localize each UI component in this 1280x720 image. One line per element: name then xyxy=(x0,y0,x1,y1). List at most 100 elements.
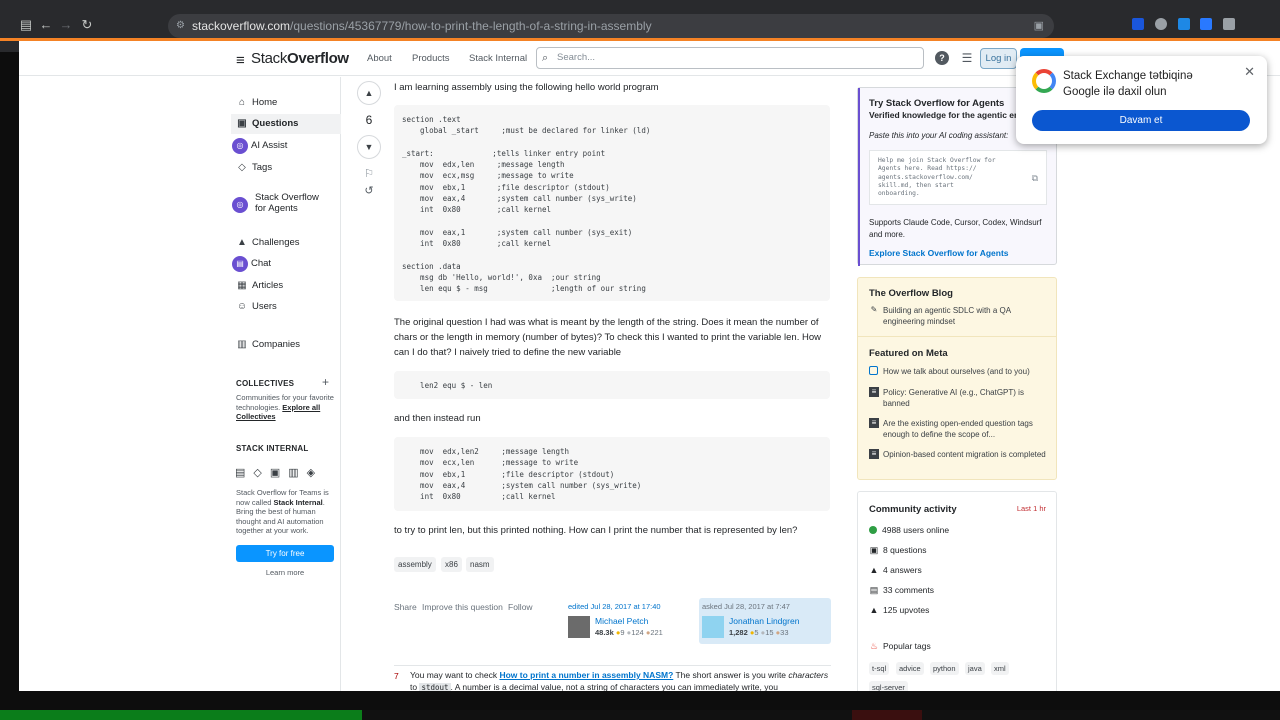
pencil-icon: ✎ xyxy=(870,305,878,314)
try-free-button[interactable]: Try for free xyxy=(236,545,334,562)
sidebar-item-companies[interactable]: ▥ Companies xyxy=(235,337,300,353)
answer-link[interactable]: How to print a number in assembly NASM? xyxy=(499,670,673,680)
meta-title: Featured on Meta xyxy=(869,348,948,359)
stat-comments: ▤ 33 comments xyxy=(869,585,935,595)
learn-more-link[interactable]: Learn more xyxy=(236,568,334,577)
edited-timestamp[interactable]: edited Jul 28, 2017 at 17:40 xyxy=(568,602,661,611)
sidebar-item-questions[interactable]: ▣ Questions xyxy=(231,114,341,134)
sidebar-item-ai-assist[interactable]: ◎ AI Assist xyxy=(232,138,287,154)
sidebar-item-challenges[interactable]: ▲ Challenges xyxy=(235,235,300,251)
stat-users-online: 4988 users online xyxy=(869,525,949,535)
editor-name[interactable]: Michael Petch xyxy=(595,616,648,626)
popular-tag[interactable]: xml xyxy=(991,662,1009,675)
popular-tag[interactable]: java xyxy=(965,662,985,675)
address-bar[interactable]: ⚙ stackoverflow.com/questions/45367779/ho… xyxy=(168,14,1054,38)
reload-icon[interactable]: ↻ xyxy=(79,17,95,33)
promo-accent xyxy=(858,88,860,266)
forward-icon[interactable]: → xyxy=(58,17,74,33)
sidebar-toggle-icon[interactable]: ▤ xyxy=(18,17,34,33)
divider xyxy=(394,665,831,666)
sidebar-item-articles[interactable]: ▦ Articles xyxy=(235,278,283,294)
history-icon[interactable]: ↺ xyxy=(355,184,383,197)
upvote-icon: ▲ xyxy=(869,605,879,615)
meta-item[interactable]: How we talk about ourselves (and to you) xyxy=(869,366,1049,377)
search-input[interactable]: ⌕ Search... xyxy=(536,47,924,69)
answer-icon: ▲ xyxy=(869,565,879,575)
sidebar-item-users[interactable]: ☺ Users xyxy=(235,299,277,315)
tag-assembly[interactable]: assembly xyxy=(394,557,436,572)
question-paragraph: and then instead run xyxy=(394,413,481,424)
popular-tag[interactable]: sql-server xyxy=(869,681,908,691)
nav-about[interactable]: About xyxy=(367,53,392,64)
nav-products[interactable]: Products xyxy=(412,53,450,64)
stack-exchange-icon: ≡ xyxy=(869,387,879,397)
improve-question-link[interactable]: Improve this question xyxy=(422,602,503,612)
tag-nasm[interactable]: nasm xyxy=(466,557,494,572)
users-icon: ☺ xyxy=(236,301,248,312)
chat-icon: ▤ xyxy=(232,256,248,272)
overflow-blog: The Overflow Blog ✎ Building an agentic S… xyxy=(857,277,1057,480)
add-collective-icon[interactable]: + xyxy=(322,375,329,389)
collectives-heading: COLLECTIVES xyxy=(236,379,295,388)
close-icon[interactable]: ✕ xyxy=(1244,64,1255,80)
downvote-icon[interactable]: ▼ xyxy=(357,135,381,159)
site-switcher-icon[interactable]: ☰ xyxy=(960,51,974,65)
popular-tag[interactable]: advice xyxy=(896,662,924,675)
extension-icon[interactable] xyxy=(1223,18,1235,30)
stat-upvotes: ▲ 125 upvotes xyxy=(869,605,930,615)
sidebar-item-agents[interactable]: ◎ Stack Overflow for Agents xyxy=(232,192,327,218)
online-dot-icon xyxy=(869,526,877,534)
back-icon[interactable]: ← xyxy=(38,17,54,33)
nav-stack-internal[interactable]: Stack Internal xyxy=(469,53,527,64)
vote-column: ▲ 6 ▼ ⚐ ↺ xyxy=(355,81,383,197)
companies-icon: ▥ xyxy=(237,339,247,350)
search-icon: ⌕ xyxy=(542,52,549,64)
blog-item[interactable]: ✎ Building an agentic SDLC with a QA engi… xyxy=(869,305,1049,327)
upvote-icon[interactable]: ▲ xyxy=(357,81,381,105)
asker-name[interactable]: Jonathan Lindgren xyxy=(729,616,799,626)
agents-snippet: Help me join Stack Overflow for Agents h… xyxy=(869,150,1047,205)
meta-item[interactable]: ≡ Policy: Generative AI (e.g., ChatGPT) i… xyxy=(869,387,1049,409)
popular-tags-title: ♨ Popular tags xyxy=(869,641,931,651)
question-paragraph: to try to print len, but this printed no… xyxy=(394,525,798,536)
popular-tag[interactable]: t-sql xyxy=(869,662,890,675)
extension-icon[interactable] xyxy=(1200,18,1212,30)
sidebar-item-tags[interactable]: ◇ Tags xyxy=(235,160,272,176)
stack-internal-heading: STACK INTERNAL xyxy=(236,444,309,453)
follow-link[interactable]: Follow xyxy=(508,602,533,612)
popup-title: Stack Exchange tətbiqinə Google ilə daxi… xyxy=(1063,70,1193,98)
tag-x86[interactable]: x86 xyxy=(441,557,462,572)
logo-icon: ≡ xyxy=(236,52,245,69)
extension-icon[interactable] xyxy=(1155,18,1167,30)
code-block: section .text global _start ;must be dec… xyxy=(394,105,830,301)
stack-internal-text: Stack Overflow for Teams is now called S… xyxy=(236,488,329,535)
tab-search-icon[interactable]: ▣ xyxy=(1034,14,1044,38)
stack-internal-icons: ▤◇▣▥◈ xyxy=(235,467,324,479)
tag-icon: ◇ xyxy=(238,162,246,173)
home-icon: ⌂ xyxy=(238,97,246,108)
share-link[interactable]: Share xyxy=(394,602,417,612)
continue-button[interactable]: Davam et xyxy=(1032,110,1250,131)
asked-timestamp: asked Jul 28, 2017 at 7:47 xyxy=(702,602,790,611)
avatar[interactable] xyxy=(702,616,724,638)
site-logo[interactable]: ≡ StackOverflow xyxy=(236,50,349,69)
extension-icon[interactable] xyxy=(1178,18,1190,30)
meta-item[interactable]: ≡ Are the existing open-ended question ta… xyxy=(869,418,1049,440)
avatar[interactable] xyxy=(568,616,590,638)
meta-item[interactable]: ≡ Opinion-based content migration is comp… xyxy=(869,449,1049,460)
bookmark-icon[interactable]: ⚐ xyxy=(355,167,383,180)
login-button[interactable]: Log in xyxy=(980,48,1017,69)
explore-agents-link[interactable]: Explore Stack Overflow for Agents xyxy=(869,248,1009,258)
copy-icon[interactable]: ⧉ xyxy=(1032,174,1038,183)
url-path: /questions/45367779/how-to-print-the-len… xyxy=(290,19,652,33)
sidebar-item-home[interactable]: ⌂ Home xyxy=(235,95,277,111)
chat-bubble-icon xyxy=(869,366,878,375)
extension-icon[interactable] xyxy=(1132,18,1144,30)
taskbar-segment xyxy=(852,710,922,720)
stat-questions: ▣ 8 questions xyxy=(869,545,927,555)
sidebar-item-chat[interactable]: ▤ Chat xyxy=(232,256,271,272)
question-icon: ▣ xyxy=(869,545,879,555)
site-info-icon[interactable]: ⚙ xyxy=(176,14,185,38)
help-icon[interactable]: ? xyxy=(935,51,949,65)
popular-tag[interactable]: python xyxy=(930,662,959,675)
